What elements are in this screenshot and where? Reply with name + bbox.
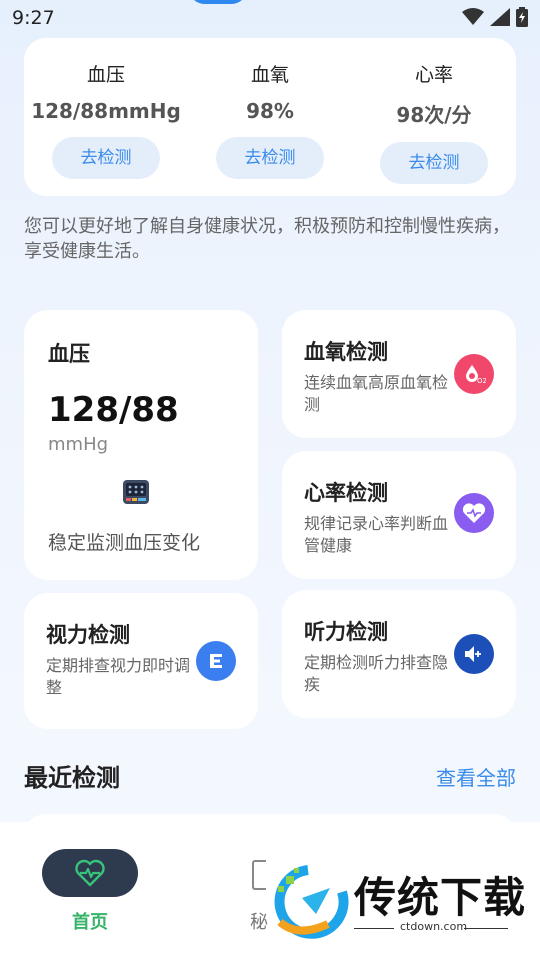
heart-rate-test-button[interactable]: 去检测: [380, 142, 488, 184]
blood-drop-o2-icon: O2: [454, 354, 494, 394]
blood-oxygen-test-card[interactable]: 血氧检测 连续血氧高原血氧检测 O2: [282, 310, 516, 438]
metric-blood-oxygen: 血氧 98% 去检测: [188, 38, 352, 179]
intro-text: 您可以更好地了解自身健康状况，积极预防和控制慢性疾病，享受健康生活。: [24, 216, 510, 262]
wifi-icon: [462, 8, 484, 25]
metric-value: 98%: [246, 99, 294, 123]
nav-second-label[interactable]: 秘: [250, 908, 270, 934]
blood-oxygen-test-button[interactable]: 去检测: [216, 137, 324, 179]
metric-heart-rate: 心率 98次/分 去检测: [352, 38, 516, 184]
watermark-divider: [464, 928, 508, 929]
card-title: 听力检测: [304, 620, 388, 644]
vision-test-card[interactable]: 视力检测 定期排查视力即时调整: [24, 593, 258, 729]
watermark: 传统下载 ctdown.com: [268, 862, 528, 942]
speaker-icon: [454, 634, 494, 674]
heart-pulse-icon: [454, 493, 494, 533]
blood-pressure-value: 128/88: [48, 390, 179, 430]
watermark-domain: ctdown.com: [400, 920, 468, 933]
metric-label: 血氧: [250, 64, 289, 86]
metric-blood-pressure: 血压 128/88mmHg 去检测: [24, 38, 188, 179]
heart-pulse-icon: [75, 859, 105, 887]
status-bar: 9:27: [0, 0, 540, 36]
nav-home-label[interactable]: 首页: [42, 908, 138, 934]
metric-value: 98次/分: [396, 103, 472, 127]
see-all-link[interactable]: 查看全部: [436, 762, 516, 791]
battery-icon: [516, 7, 528, 27]
status-icons: [462, 7, 528, 27]
card-description: 定期检测听力排查隐疾: [304, 653, 449, 694]
metric-value: 128/88mmHg: [31, 99, 181, 123]
card-description: 稳定监测血压变化: [48, 532, 201, 554]
watermark-divider: [354, 928, 394, 929]
recent-tests-title: 最近检测: [24, 764, 120, 792]
blood-pressure-unit: mmHg: [48, 434, 109, 455]
card-description: 定期排查视力即时调整: [46, 656, 191, 697]
nav-second-icon[interactable]: [252, 860, 266, 890]
card-title: 血压: [48, 342, 90, 366]
blood-pressure-monitor-icon: [123, 480, 149, 504]
heart-rate-test-card[interactable]: 心率检测 规律记录心率判断血管健康: [282, 451, 516, 579]
metric-label: 血压: [86, 64, 125, 86]
blood-pressure-test-button[interactable]: 去检测: [52, 137, 160, 179]
card-title: 心率检测: [304, 481, 388, 505]
card-description: 连续血氧高原血氧检测: [304, 373, 449, 414]
eye-chart-icon: [196, 641, 236, 681]
card-title: 视力检测: [46, 623, 130, 647]
card-title: 血氧检测: [304, 340, 388, 364]
svg-text:O2: O2: [477, 377, 486, 385]
watermark-text: 传统下载: [354, 873, 527, 922]
hearing-test-card[interactable]: 听力检测 定期检测听力排查隐疾: [282, 590, 516, 718]
signal-icon: [490, 8, 510, 26]
watermark-logo-icon: [274, 865, 349, 939]
metrics-summary-card: 血压 128/88mmHg 去检测 血氧 98% 去检测 心率 98次/分 去检…: [24, 38, 516, 196]
card-description: 规律记录心率判断血管健康: [304, 514, 449, 555]
nav-home-button[interactable]: [42, 849, 138, 897]
metric-label: 心率: [414, 64, 453, 86]
blood-pressure-card[interactable]: 血压 128/88 mmHg 稳定监测血压变化: [24, 310, 258, 580]
status-time: 9:27: [12, 7, 55, 29]
